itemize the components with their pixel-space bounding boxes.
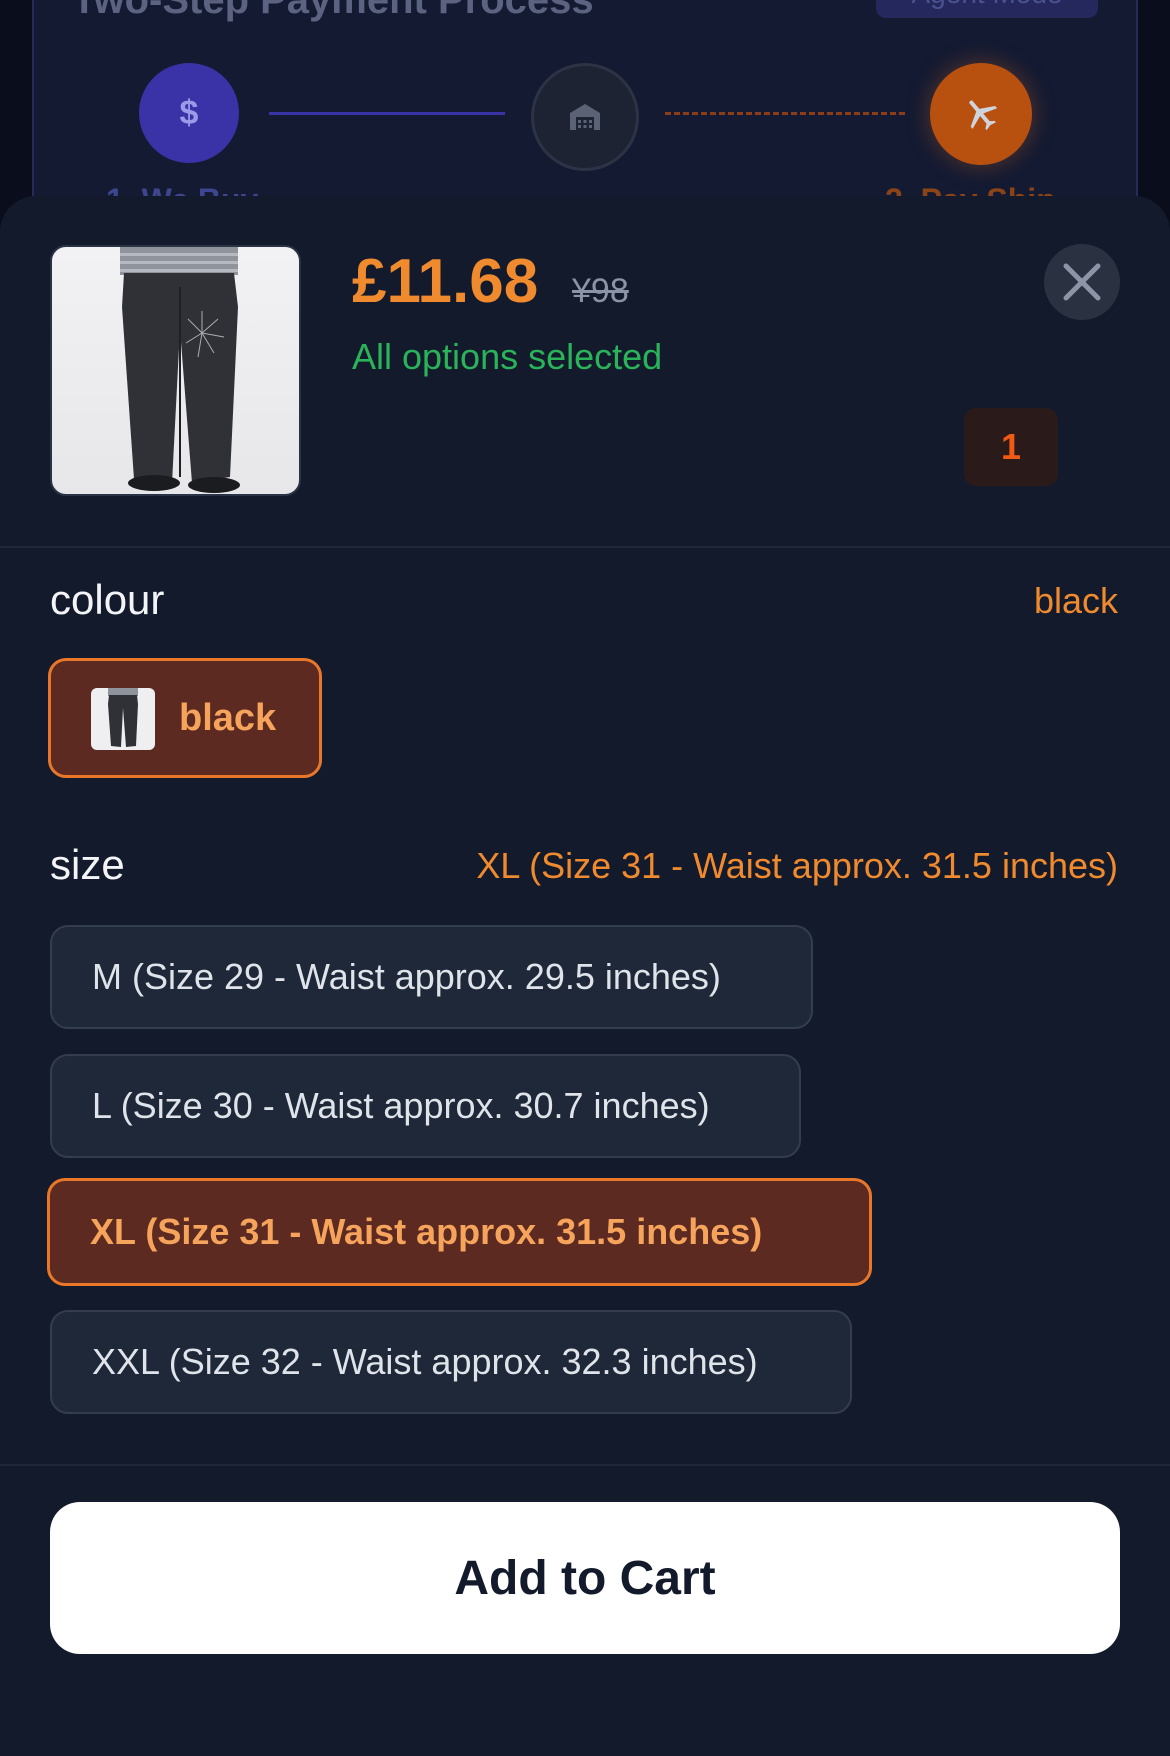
section-divider bbox=[0, 1464, 1170, 1466]
product-options-sheet: £11.68 ¥98 All options selected 1 colour… bbox=[0, 196, 1170, 1756]
step-connector bbox=[269, 112, 505, 115]
airplane-icon bbox=[969, 100, 998, 131]
colour-label: colour bbox=[50, 576, 165, 623]
warehouse-icon bbox=[570, 104, 600, 130]
size-option-xxl[interactable]: XXL (Size 32 - Waist approx. 32.3 inches… bbox=[50, 1310, 852, 1414]
selection-status: All options selected bbox=[352, 336, 663, 377]
add-to-cart-button[interactable]: Add to Cart bbox=[50, 1502, 1120, 1654]
original-price: ¥98 bbox=[572, 272, 629, 310]
colour-option-black[interactable]: black bbox=[48, 658, 322, 778]
size-option-l[interactable]: L (Size 30 - Waist approx. 30.7 inches) bbox=[50, 1054, 801, 1158]
agent-mode-badge[interactable]: Agent Mode bbox=[876, 0, 1098, 18]
size-option-m[interactable]: M (Size 29 - Waist approx. 29.5 inches) bbox=[50, 925, 813, 1029]
step-connector-dashed bbox=[665, 112, 905, 115]
step-buy: $ bbox=[139, 63, 239, 163]
colour-option-thumbnail bbox=[91, 688, 155, 750]
section-divider bbox=[0, 546, 1170, 548]
step-warehouse bbox=[531, 63, 639, 171]
close-button[interactable] bbox=[1044, 244, 1120, 320]
svg-text:$: $ bbox=[180, 94, 199, 132]
step-ship bbox=[930, 63, 1032, 165]
payment-process-title: Two-Step Payment Process bbox=[72, 0, 594, 22]
size-option-xl[interactable]: XL (Size 31 - Waist approx. 31.5 inches) bbox=[47, 1178, 872, 1286]
dollar-icon: $ bbox=[180, 94, 199, 132]
size-selected-value: XL (Size 31 - Waist approx. 31.5 inches) bbox=[476, 845, 1118, 886]
colour-option-label: black bbox=[179, 697, 277, 739]
close-icon bbox=[1063, 263, 1101, 301]
quantity-badge[interactable]: 1 bbox=[964, 408, 1058, 486]
colour-selected-value: black bbox=[1033, 580, 1118, 621]
jeans-image bbox=[120, 247, 240, 493]
size-label: size bbox=[50, 841, 125, 888]
product-image bbox=[50, 245, 301, 496]
product-price: £11.68 bbox=[352, 247, 539, 316]
